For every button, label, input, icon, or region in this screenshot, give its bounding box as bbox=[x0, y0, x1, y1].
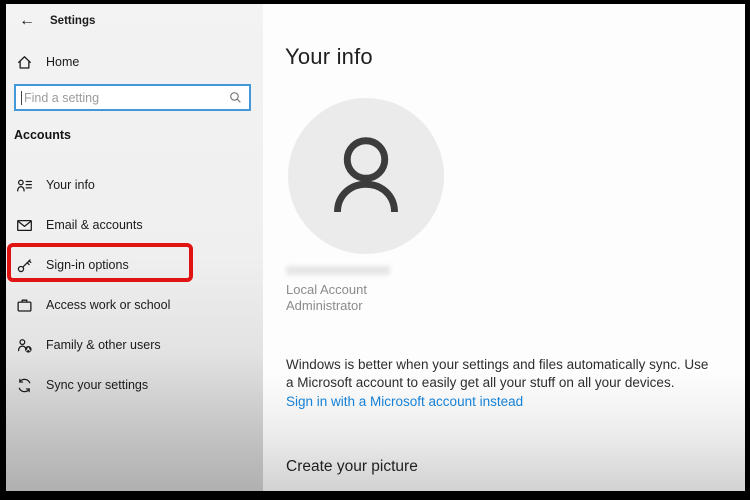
account-role: Administrator bbox=[286, 298, 363, 313]
family-icon bbox=[16, 337, 33, 354]
sidebar-item-label: Your info bbox=[46, 178, 95, 192]
sign-in-microsoft-link[interactable]: Sign in with a Microsoft account instead bbox=[286, 394, 523, 409]
sidebar-item-label: Family & other users bbox=[46, 338, 161, 352]
key-icon bbox=[16, 257, 33, 274]
search-icon[interactable] bbox=[229, 91, 242, 104]
sidebar-item-label: Home bbox=[46, 55, 80, 69]
sidebar-item-label: Sync your settings bbox=[46, 378, 149, 392]
settings-window: ← Settings Home Find a setting Accounts … bbox=[6, 4, 745, 491]
person-icon bbox=[334, 137, 398, 213]
account-name: Local Account bbox=[286, 282, 367, 297]
sidebar-nav: Your info Email & accounts Sign-in optio… bbox=[6, 165, 263, 405]
sidebar-item-label: Email & accounts bbox=[46, 218, 143, 232]
sync-description: Windows is better when your settings and… bbox=[286, 357, 709, 390]
main-content: Your info Local Account Administrator Wi… bbox=[263, 4, 745, 491]
sidebar-item-home[interactable]: Home bbox=[6, 48, 263, 76]
page-title: Your info bbox=[285, 44, 373, 69]
sidebar-item-sign-in-options[interactable]: Sign-in options bbox=[6, 245, 263, 285]
briefcase-icon bbox=[16, 297, 33, 314]
sidebar-item-your-info[interactable]: Your info bbox=[6, 165, 263, 205]
app-title: Settings bbox=[50, 15, 96, 27]
sync-icon bbox=[16, 377, 33, 394]
sidebar-item-label: Access work or school bbox=[46, 298, 171, 312]
sidebar-item-label: Sign-in options bbox=[46, 258, 129, 272]
back-arrow-icon[interactable]: ← bbox=[19, 13, 39, 29]
search-placeholder: Find a setting bbox=[24, 90, 100, 105]
text-caret bbox=[21, 90, 22, 105]
sidebar-item-sync-settings[interactable]: Sync your settings bbox=[6, 365, 263, 405]
search-input[interactable]: Find a setting bbox=[14, 84, 251, 111]
envelope-icon bbox=[16, 217, 33, 234]
titlebar: ← Settings bbox=[6, 10, 263, 32]
create-picture-heading: Create your picture bbox=[286, 458, 418, 475]
sidebar-section-accounts: Accounts bbox=[14, 128, 71, 142]
sidebar: ← Settings Home Find a setting Accounts … bbox=[6, 4, 263, 491]
sidebar-item-email-accounts[interactable]: Email & accounts bbox=[6, 205, 263, 245]
contact-card-icon bbox=[16, 177, 33, 194]
sidebar-item-access-work-school[interactable]: Access work or school bbox=[6, 285, 263, 325]
redacted-user-name bbox=[286, 266, 390, 275]
avatar bbox=[288, 98, 444, 254]
sidebar-item-family-other-users[interactable]: Family & other users bbox=[6, 325, 263, 365]
home-icon bbox=[16, 54, 33, 71]
